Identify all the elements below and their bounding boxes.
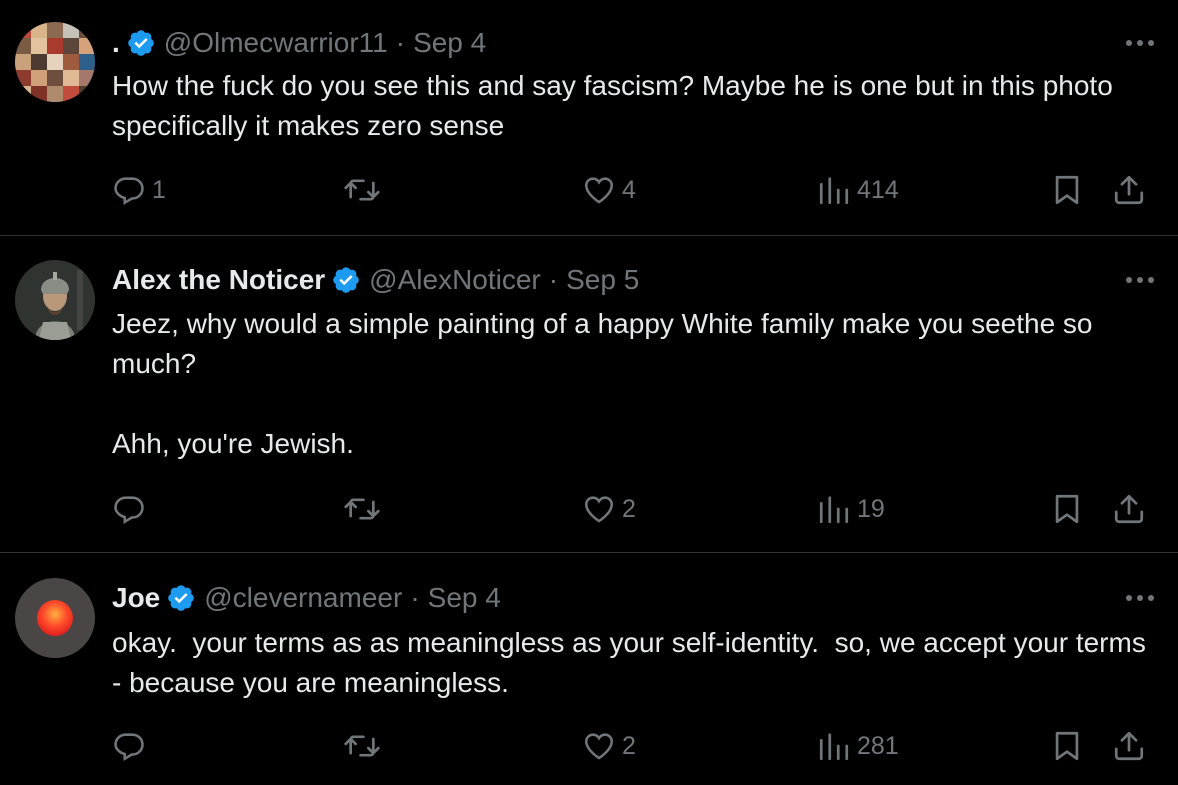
bookmark-icon [1055, 494, 1079, 524]
like-button[interactable]: 4 [582, 170, 636, 210]
share-icon [1114, 175, 1144, 205]
retweet-icon [344, 735, 380, 757]
share-icon [1114, 494, 1144, 524]
share-button[interactable] [1112, 170, 1146, 210]
more-icon[interactable] [1122, 33, 1158, 53]
views-button[interactable]: 281 [817, 726, 899, 766]
bookmark-button[interactable] [1050, 489, 1084, 529]
tweet-actions: 2 281 [0, 726, 1178, 766]
bookmark-button[interactable] [1050, 726, 1084, 766]
avatar-mosaic-image [15, 22, 95, 102]
avatar-knight-image [15, 260, 95, 340]
avatar[interactable] [15, 578, 95, 658]
display-name[interactable]: . [112, 27, 120, 59]
separator-dot: · [395, 27, 406, 58]
views-icon [819, 177, 849, 205]
views-count: 19 [857, 494, 885, 523]
bookmark-button[interactable] [1050, 170, 1084, 210]
tweet-header: . @Olmecwarrior11 · Sep 4 [112, 25, 1148, 61]
reply-icon [114, 177, 144, 206]
reply-icon [114, 496, 144, 525]
share-button[interactable] [1112, 726, 1146, 766]
tweet-header: Joe @clevernameer · Sep 4 [112, 580, 1148, 616]
avatar-red-circle-image [15, 578, 95, 658]
reply-button[interactable]: 1 [112, 170, 166, 210]
avatar[interactable] [15, 260, 95, 340]
reply-button[interactable] [112, 726, 152, 766]
tweet-text: How the fuck do you see this and say fas… [112, 66, 1162, 146]
tweet-text-blank-line [112, 384, 1162, 424]
retweet-icon [344, 179, 380, 201]
like-button[interactable]: 2 [582, 726, 636, 766]
user-handle[interactable]: @Olmecwarrior11 [164, 27, 388, 59]
tweet-date[interactable]: Sep 4 [413, 27, 486, 59]
tweet-date[interactable]: Sep 4 [428, 582, 501, 614]
avatar[interactable] [15, 22, 95, 102]
like-button[interactable]: 2 [582, 489, 636, 529]
retweet-icon [344, 498, 380, 520]
tweet[interactable]: . @Olmecwarrior11 · Sep 4 How the fuck d… [0, 0, 1178, 235]
tweet[interactable]: Alex the Noticer @AlexNoticer · Sep 5 Je… [0, 236, 1178, 552]
tweet-actions: 1 4 414 [0, 170, 1178, 210]
tweet-text-line: Ahh, you're Jewish. [112, 428, 354, 459]
reply-button[interactable] [112, 489, 152, 529]
like-count: 2 [622, 494, 636, 523]
display-name[interactable]: Joe [112, 582, 160, 614]
share-button[interactable] [1112, 489, 1146, 529]
tweet-text-line: Jeez, why would a simple painting of a h… [112, 308, 1101, 379]
retweet-button[interactable] [342, 489, 388, 529]
reply-icon [114, 733, 144, 762]
user-handle[interactable]: @AlexNoticer [369, 264, 541, 296]
separator-dot: · [410, 582, 420, 613]
views-count: 414 [857, 175, 899, 204]
more-icon[interactable] [1122, 270, 1158, 290]
separator-dot: · [548, 264, 559, 295]
tweet-actions: 2 19 [0, 489, 1178, 529]
share-icon [1114, 731, 1144, 761]
verified-badge-icon[interactable] [166, 583, 196, 613]
like-count: 4 [622, 175, 636, 204]
like-count: 2 [622, 731, 636, 760]
retweet-button[interactable] [342, 170, 388, 210]
more-icon[interactable] [1122, 588, 1158, 608]
views-count: 281 [857, 731, 899, 760]
tweet-text: okay. your terms as as meaningless as yo… [112, 623, 1162, 703]
verified-badge-icon[interactable] [331, 265, 361, 295]
views-button[interactable]: 414 [817, 170, 899, 210]
bookmark-icon [1055, 175, 1079, 205]
heart-icon [584, 177, 614, 204]
tweet-text-line: okay. your terms as as meaningless as yo… [112, 627, 1154, 698]
heart-icon [584, 733, 614, 760]
tweet-header: Alex the Noticer @AlexNoticer · Sep 5 [112, 262, 1148, 298]
reply-count: 1 [152, 175, 166, 204]
retweet-button[interactable] [342, 726, 388, 766]
heart-icon [584, 496, 614, 523]
tweet-text: Jeez, why would a simple painting of a h… [112, 304, 1162, 464]
views-icon [819, 733, 849, 761]
tweet-text-line: How the fuck do you see this and say fas… [112, 70, 1121, 141]
user-handle[interactable]: @clevernameer [204, 582, 402, 614]
views-icon [819, 496, 849, 524]
bookmark-icon [1055, 731, 1079, 761]
views-button[interactable]: 19 [817, 489, 885, 529]
reply-feed: . @Olmecwarrior11 · Sep 4 How the fuck d… [0, 0, 1178, 785]
verified-badge-icon[interactable] [126, 28, 156, 58]
tweet-date[interactable]: Sep 5 [566, 264, 639, 296]
tweet[interactable]: Joe @clevernameer · Sep 4 okay. your ter… [0, 553, 1178, 785]
display-name[interactable]: Alex the Noticer [112, 264, 325, 296]
